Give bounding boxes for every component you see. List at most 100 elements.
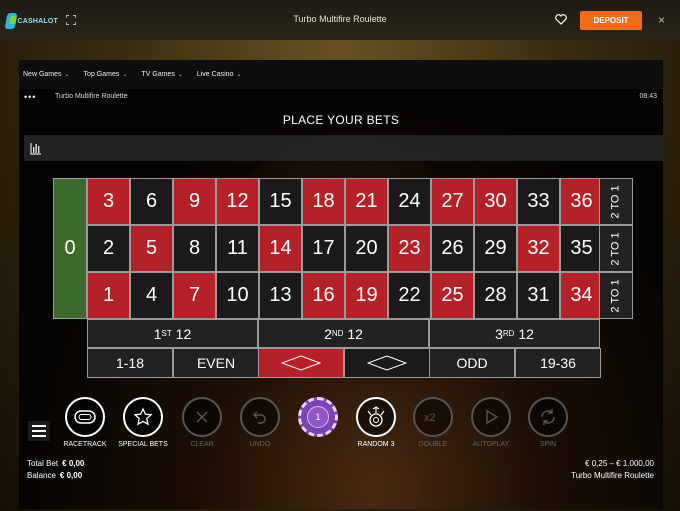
close-icon[interactable]: × bbox=[658, 14, 665, 26]
bet-number-cell[interactable]: 27 bbox=[431, 178, 474, 225]
bet-number-cell[interactable]: 21 bbox=[345, 178, 388, 225]
betting-table: 0 1 ST 12 2 ND 12 3 RD 12 1-18 EVEN ODD 19-… bbox=[53, 178, 633, 378]
nav-label: New Games bbox=[23, 71, 62, 78]
balance-row: Balance € 0,00 bbox=[27, 470, 84, 482]
bet-black[interactable] bbox=[344, 348, 430, 378]
game-header: ••• Turbo Multifire Roulette 08:43 bbox=[19, 89, 663, 105]
racetrack-button[interactable]: RACETRACK bbox=[60, 397, 110, 448]
bet-number-cell[interactable]: 1 bbox=[87, 272, 130, 319]
site-logo[interactable]: CASHALOT bbox=[4, 12, 58, 30]
statistics-icon[interactable] bbox=[30, 141, 42, 155]
clock: 08:43 bbox=[639, 93, 657, 100]
bet-column-2to1[interactable]: 2 TO 1 bbox=[599, 225, 633, 272]
nav-label: Live Casino bbox=[196, 71, 234, 78]
bet-second-dozen[interactable]: 2 ND 12 bbox=[258, 319, 429, 348]
nav-item-top-games[interactable]: Top Games ⌄ bbox=[84, 71, 128, 78]
bet-low[interactable]: 1-18 bbox=[87, 348, 173, 378]
bet-number-cell[interactable]: 9 bbox=[173, 178, 216, 225]
logo-mark-icon bbox=[4, 13, 17, 29]
favorite-heart-icon[interactable] bbox=[555, 14, 567, 25]
bet-red[interactable] bbox=[258, 348, 344, 378]
undo-button[interactable]: UNDO bbox=[235, 397, 285, 448]
bet-number-cell[interactable]: 5 bbox=[130, 225, 173, 272]
nav-item-new-games[interactable]: New Games ⌄ bbox=[23, 71, 70, 78]
bet-number-cell[interactable]: 26 bbox=[431, 225, 474, 272]
bet-number-cell[interactable]: 7 bbox=[173, 272, 216, 319]
bet-high[interactable]: 19-36 bbox=[515, 348, 601, 378]
bet-number-cell[interactable]: 15 bbox=[259, 178, 302, 225]
bet-number-cell[interactable]: 3 bbox=[87, 178, 130, 225]
bet-number-cell[interactable]: 18 bbox=[302, 178, 345, 225]
bet-number-cell[interactable]: 14 bbox=[259, 225, 302, 272]
bet-first-dozen[interactable]: 1 ST 12 bbox=[87, 319, 258, 348]
spin-button[interactable]: SPIN bbox=[523, 397, 573, 448]
column-bet-label: 2 TO 1 bbox=[610, 278, 623, 313]
bet-number-cell[interactable]: 13 bbox=[259, 272, 302, 319]
bet-even[interactable]: EVEN bbox=[173, 348, 259, 378]
bet-number-cell[interactable]: 4 bbox=[130, 272, 173, 319]
star-icon bbox=[123, 397, 163, 437]
autoplay-button[interactable]: AUTOPLAY bbox=[466, 397, 516, 448]
special-bets-button[interactable]: SPECIAL BETS bbox=[118, 397, 168, 448]
status-message: PLACE YOUR BETS bbox=[282, 113, 400, 127]
bet-number-cell[interactable]: 28 bbox=[474, 272, 517, 319]
bet-number-cell[interactable]: 6 bbox=[130, 178, 173, 225]
bet-number-cell[interactable]: 16 bbox=[302, 272, 345, 319]
bet-column-2to1[interactable]: 2 TO 1 bbox=[599, 272, 633, 319]
bet-number-cell[interactable]: 32 bbox=[517, 225, 560, 272]
bet-number-cell[interactable]: 23 bbox=[388, 225, 431, 272]
table-info: € 0,25 – € 1.000,00 Turbo Multifire Roul… bbox=[571, 458, 654, 482]
black-diamond-icon bbox=[367, 355, 407, 371]
bet-number-cell[interactable]: 20 bbox=[345, 225, 388, 272]
dozen-number: 2 bbox=[324, 325, 332, 342]
control-label: UNDO bbox=[249, 441, 271, 448]
more-menu-icon[interactable]: ••• bbox=[24, 92, 36, 102]
bet-column-2to1[interactable]: 2 TO 1 bbox=[599, 178, 633, 225]
bet-number-cell[interactable]: 17 bbox=[302, 225, 345, 272]
nav-item-tv-games[interactable]: TV Games ⌄ bbox=[141, 71, 182, 78]
dozen-number: 3 bbox=[495, 325, 503, 342]
bet-number-cell[interactable]: 33 bbox=[517, 178, 560, 225]
chip-icon[interactable]: 1 bbox=[298, 397, 338, 437]
bet-number-cell[interactable]: 36 bbox=[560, 178, 603, 225]
top-header: CASHALOT Turbo Multifire Roulette DEPOSI… bbox=[0, 0, 680, 40]
bet-number-cell[interactable]: 11 bbox=[216, 225, 259, 272]
bet-number-cell[interactable]: 2 bbox=[87, 225, 130, 272]
bet-number-cell[interactable]: 10 bbox=[216, 272, 259, 319]
bet-number-cell[interactable]: 19 bbox=[345, 272, 388, 319]
column-bet-label: 2 TO 1 bbox=[610, 184, 623, 219]
bet-totals: Total Bet € 0,00 Balance € 0,00 bbox=[27, 458, 84, 482]
bet-number-cell[interactable]: 31 bbox=[517, 272, 560, 319]
double-button[interactable]: x2 DOUBLE bbox=[408, 397, 458, 448]
red-diamond-icon bbox=[281, 355, 321, 371]
logo-text: CASHALOT bbox=[17, 17, 58, 25]
deposit-button[interactable]: DEPOSIT bbox=[580, 11, 642, 30]
clear-button[interactable]: CLEAR bbox=[177, 397, 227, 448]
bet-number-cell[interactable]: 30 bbox=[474, 178, 517, 225]
control-label: RACETRACK bbox=[63, 441, 107, 448]
hamburger-menu-icon[interactable] bbox=[28, 421, 50, 441]
bet-number-cell[interactable]: 35 bbox=[560, 225, 603, 272]
bet-limits: € 0,25 – € 1.000,00 bbox=[585, 459, 654, 468]
bet-number-cell[interactable]: 25 bbox=[431, 272, 474, 319]
total-bet-label: Total Bet bbox=[27, 459, 59, 468]
fullscreen-icon[interactable] bbox=[66, 15, 76, 25]
chip-selector-button[interactable]: 1 bbox=[293, 397, 343, 441]
bet-number-cell[interactable]: 22 bbox=[388, 272, 431, 319]
bet-zero[interactable]: 0 bbox=[53, 178, 87, 319]
bet-number-cell[interactable]: 29 bbox=[474, 225, 517, 272]
chevron-down-icon: ⌄ bbox=[177, 72, 183, 78]
bet-number-cell[interactable]: 24 bbox=[388, 178, 431, 225]
bet-number-cell[interactable]: 8 bbox=[173, 225, 216, 272]
bet-odd[interactable]: ODD bbox=[429, 348, 515, 378]
svg-text:x2: x2 bbox=[424, 412, 436, 424]
total-bet-value: € 0,00 bbox=[62, 459, 85, 468]
nav-item-live-casino[interactable]: Live Casino ⌄ bbox=[197, 71, 242, 78]
control-label: SPECIAL BETS bbox=[118, 441, 168, 448]
bet-third-dozen[interactable]: 3 RD 12 bbox=[429, 319, 600, 348]
random-3-button[interactable]: RANDOM 3 bbox=[351, 397, 401, 448]
dozen-suffix: RD bbox=[502, 329, 515, 338]
bet-number-cell[interactable]: 12 bbox=[216, 178, 259, 225]
game-frame: ••• Turbo Multifire Roulette 08:43 PLACE… bbox=[19, 89, 663, 509]
bet-number-cell[interactable]: 34 bbox=[560, 272, 603, 319]
